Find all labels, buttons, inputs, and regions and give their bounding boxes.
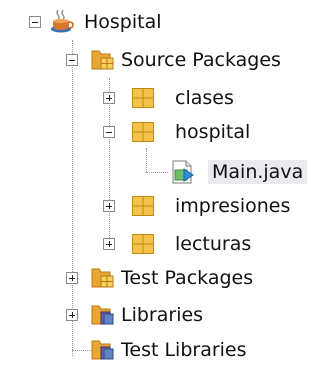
collapse-toggle[interactable] — [29, 16, 41, 28]
test-packages-icon — [91, 268, 114, 288]
package-icon — [132, 234, 154, 254]
project-label: Hospital — [84, 11, 162, 33]
coffee-cup-icon — [51, 9, 74, 33]
test-packages-label: Test Packages — [121, 267, 254, 289]
expand-toggle[interactable] — [66, 309, 78, 321]
expand-toggle[interactable] — [66, 272, 78, 284]
libraries-label: Libraries — [121, 304, 204, 326]
libraries-icon — [91, 305, 114, 325]
tree-node-package-lecturas[interactable]: lecturas — [0, 226, 336, 262]
source-packages-label: Source Packages — [121, 49, 281, 71]
tree-node-project[interactable]: Hospital — [0, 4, 336, 40]
collapse-toggle[interactable] — [66, 54, 78, 66]
source-packages-icon — [91, 50, 114, 70]
expand-toggle[interactable] — [103, 200, 115, 212]
package-label: lecturas — [175, 233, 252, 255]
package-label: clases — [175, 87, 234, 109]
package-icon — [132, 122, 154, 142]
tree-node-package-hospital[interactable]: hospital — [0, 114, 336, 150]
java-main-class-icon — [172, 160, 194, 184]
tree-node-libraries[interactable]: Libraries — [0, 297, 336, 333]
test-libraries-icon — [91, 340, 114, 360]
expand-toggle[interactable] — [103, 92, 115, 104]
tree-node-package-clases[interactable]: clases — [0, 80, 336, 116]
tree-node-package-impresiones[interactable]: impresiones — [0, 188, 336, 224]
tree-node-main-java[interactable]: Main.java — [0, 154, 336, 190]
package-label: hospital — [175, 121, 251, 143]
package-label: impresiones — [175, 195, 291, 217]
package-icon — [132, 196, 154, 216]
package-icon — [132, 88, 154, 108]
test-libraries-label: Test Libraries — [121, 339, 247, 361]
expand-toggle[interactable] — [103, 238, 115, 250]
tree-node-source-packages[interactable]: Source Packages — [0, 42, 336, 78]
collapse-toggle[interactable] — [103, 126, 115, 138]
selected-file-label: Main.java — [208, 160, 308, 184]
tree-node-test-packages[interactable]: Test Packages — [0, 260, 336, 296]
